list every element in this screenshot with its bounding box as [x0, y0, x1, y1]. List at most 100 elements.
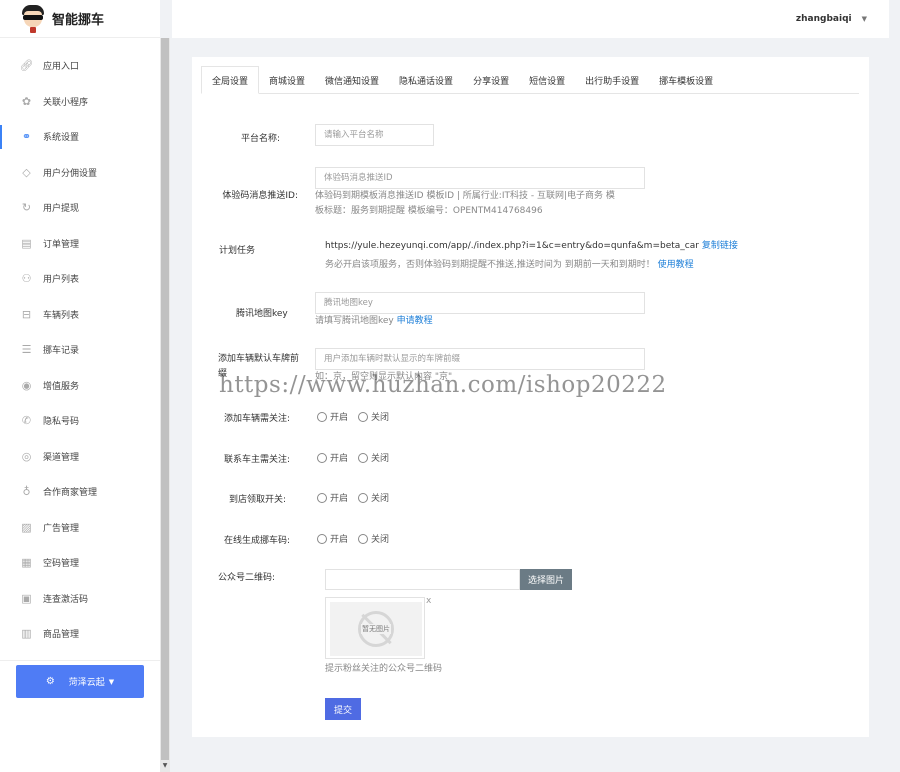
- online-generate-radio-group: 开启 关闭: [317, 532, 399, 545]
- follow-contact-owner-label: 联系车主需关注:: [224, 455, 291, 465]
- sidebar-item-withdraw[interactable]: ↻ 用户提现: [0, 190, 160, 226]
- sidebar-item-vehicles[interactable]: ⊟ 车辆列表: [0, 297, 160, 333]
- tutorial-link[interactable]: 使用教程: [658, 260, 694, 270]
- sidebar-item-value-added[interactable]: ◉ 增值服务: [0, 368, 160, 404]
- goods-icon: ▥: [21, 627, 32, 641]
- copy-link[interactable]: 复制链接: [702, 241, 738, 251]
- tab-global[interactable]: 全局设置: [201, 66, 260, 94]
- user-icon: ⚇: [21, 272, 32, 286]
- apply-tutorial-link[interactable]: 申请教程: [397, 316, 433, 326]
- camera-icon: ◉: [21, 378, 32, 392]
- online-generate-on-radio[interactable]: 开启: [317, 532, 348, 545]
- username[interactable]: zhangbaiqi: [796, 14, 852, 24]
- store-pickup-off-radio[interactable]: 关闭: [358, 491, 389, 504]
- tab-travel-assistant[interactable]: 出行助手设置: [575, 66, 649, 94]
- sidebar-item-orders[interactable]: ▤ 订单管理: [0, 226, 160, 262]
- sidebar-menu: 🔗︎ 应用入口 ✿ 关联小程序 ⚭ 系统设置 ◇ 用户分佣设置 ↻ 用户提现 ▤ 订单管理 …: [0, 38, 160, 652]
- link-icon: 🔗︎: [19, 59, 34, 73]
- sidebar-item-label: 用户提现: [43, 204, 80, 215]
- store-pickup-label: 到店领取开关:: [229, 495, 287, 505]
- sidebar-item-system-settings[interactable]: ⚭ 系统设置: [0, 119, 160, 155]
- brand-dropdown-button[interactable]: ⚙︎ 菏泽云起 ▼: [16, 665, 144, 698]
- miniprogram-icon: ✿: [21, 94, 32, 108]
- caret-down-icon[interactable]: ▼: [862, 15, 867, 23]
- sidebar-item-label: 商品管理: [43, 630, 80, 641]
- plate-prefix-input[interactable]: [315, 348, 645, 370]
- follow-add-car-off-radio[interactable]: 关闭: [358, 410, 389, 423]
- tencent-map-input[interactable]: [315, 292, 645, 314]
- store-pickup-on-radio[interactable]: 开启: [317, 491, 348, 504]
- sidebar-item-label: 空码管理: [43, 559, 80, 570]
- brand-label: 菏泽云起: [68, 678, 105, 688]
- tab-move-template[interactable]: 挪车模板设置: [649, 66, 723, 94]
- sidebar: 智能挪车 🔗︎ 应用入口 ✿ 关联小程序 ⚭ 系统设置 ◇ 用户分佣设置 ↻ 用户提现 ▤…: [0, 0, 160, 772]
- sidebar-item-label: 渠道管理: [43, 452, 80, 463]
- sidebar-item-app-entry[interactable]: 🔗︎ 应用入口: [0, 48, 160, 84]
- sidebar-item-ads[interactable]: ▨ 广告管理: [0, 510, 160, 546]
- sidebar-item-privacy-number[interactable]: ✆ 隐私号码: [0, 403, 160, 439]
- tencent-map-label: 腾讯地图key: [236, 309, 288, 319]
- sidebar-item-label: 订单管理: [43, 239, 80, 250]
- tab-share[interactable]: 分享设置: [463, 66, 519, 94]
- sidebar-item-label: 增值服务: [43, 381, 80, 392]
- sidebar-scrollbar[interactable]: ▼: [160, 38, 170, 772]
- tab-privacy-call[interactable]: 隐私通话设置: [389, 66, 463, 94]
- follow-contact-owner-off-radio[interactable]: 关闭: [358, 451, 389, 464]
- no-image-icon: 暂无图片: [358, 611, 394, 647]
- logo[interactable]: 智能挪车: [0, 0, 160, 38]
- refresh-icon: ↻: [21, 201, 32, 215]
- logo-avatar-icon: [20, 4, 46, 33]
- remove-image-icon[interactable]: x: [426, 596, 431, 606]
- exp-template-input[interactable]: [315, 167, 645, 189]
- settings-link-icon: ⚭: [21, 130, 32, 144]
- qrcode-label: 公众号二维码:: [218, 573, 276, 583]
- sidebar-item-empty-codes[interactable]: ▦ 空码管理: [0, 545, 160, 581]
- sidebar-item-channels[interactable]: ◎ 渠道管理: [0, 439, 160, 475]
- cron-help: 务必开启该项服务，否则体验码到期提醒不推送,推送时间为 到期前一天和到期时！ 使…: [325, 260, 694, 270]
- tab-sms[interactable]: 短信设置: [519, 66, 575, 94]
- online-generate-off-radio[interactable]: 关闭: [358, 532, 389, 545]
- car-icon: ⊟: [21, 307, 32, 321]
- select-image-button[interactable]: 选择图片: [520, 569, 573, 590]
- sidebar-item-label: 挪车记录: [43, 346, 80, 357]
- sidebar-item-label: 用户分佣设置: [43, 168, 98, 179]
- sidebar-item-move-records[interactable]: ☰ 挪车记录: [0, 332, 160, 368]
- settings-panel: 全局设置 商城设置 微信通知设置 隐私通话设置 分享设置 短信设置 出行助手设置…: [192, 57, 869, 737]
- follow-contact-owner-radio-group: 开启 关闭: [317, 451, 399, 464]
- follow-add-car-radio-group: 开启 关闭: [317, 410, 399, 423]
- sidebar-item-commission[interactable]: ◇ 用户分佣设置: [0, 155, 160, 191]
- image-icon: ▨: [21, 520, 32, 534]
- qrcode-help: 提示粉丝关注的公众号二维码: [325, 664, 443, 674]
- plate-prefix-help: 如：京，留空则显示默认内容 "京": [315, 372, 453, 382]
- scroll-down-arrow-icon[interactable]: ▼: [161, 762, 169, 772]
- follow-add-car-on-radio[interactable]: 开启: [317, 410, 348, 423]
- follow-contact-owner-on-radio[interactable]: 开启: [317, 451, 348, 464]
- cron-label: 计划任务: [219, 246, 256, 256]
- cron-url: https://yule.hezeyunqi.com/app/./index.p…: [325, 241, 738, 251]
- plate-prefix-label: 添加车辆默认车牌前缀: [218, 354, 300, 379]
- top-header: zhangbaiqi ▼: [172, 0, 889, 38]
- platform-name-label: 平台名称:: [240, 134, 280, 144]
- tab-mall[interactable]: 商城设置: [259, 66, 315, 94]
- app-title: 智能挪车: [52, 13, 105, 28]
- sidebar-item-label: 连查激活码: [43, 594, 89, 605]
- exp-template-help: 体验码到期模板消息推送ID 模板ID | 所属行业:IT科技 - 互联网|电子商…: [315, 191, 615, 216]
- submit-button[interactable]: 提交: [325, 698, 362, 720]
- merchant-icon: ♁: [22, 485, 31, 499]
- brand-icon: ⚙︎: [45, 676, 55, 687]
- qrcode-path-input[interactable]: [325, 569, 520, 590]
- channel-icon: ◎: [21, 449, 32, 463]
- sidebar-item-label: 系统设置: [43, 133, 80, 144]
- tab-wechat-notify[interactable]: 微信通知设置: [315, 66, 389, 94]
- sidebar-item-miniprogram[interactable]: ✿ 关联小程序: [0, 84, 160, 120]
- sidebar-item-goods[interactable]: ▥ 商品管理: [0, 616, 160, 652]
- tencent-map-help: 请填写腾讯地图key 申请教程: [315, 316, 433, 326]
- online-generate-label: 在线生成挪车码:: [224, 536, 291, 546]
- sidebar-item-users[interactable]: ⚇ 用户列表: [0, 261, 160, 297]
- diamond-icon: ◇: [22, 165, 31, 179]
- platform-name-input[interactable]: [315, 124, 434, 146]
- sidebar-item-merchants[interactable]: ♁ 合作商家管理: [0, 474, 160, 510]
- store-pickup-radio-group: 开启 关闭: [317, 491, 399, 504]
- sidebar-item-activation-codes[interactable]: ▣ 连查激活码: [0, 581, 160, 617]
- scrollbar-thumb[interactable]: [161, 38, 169, 760]
